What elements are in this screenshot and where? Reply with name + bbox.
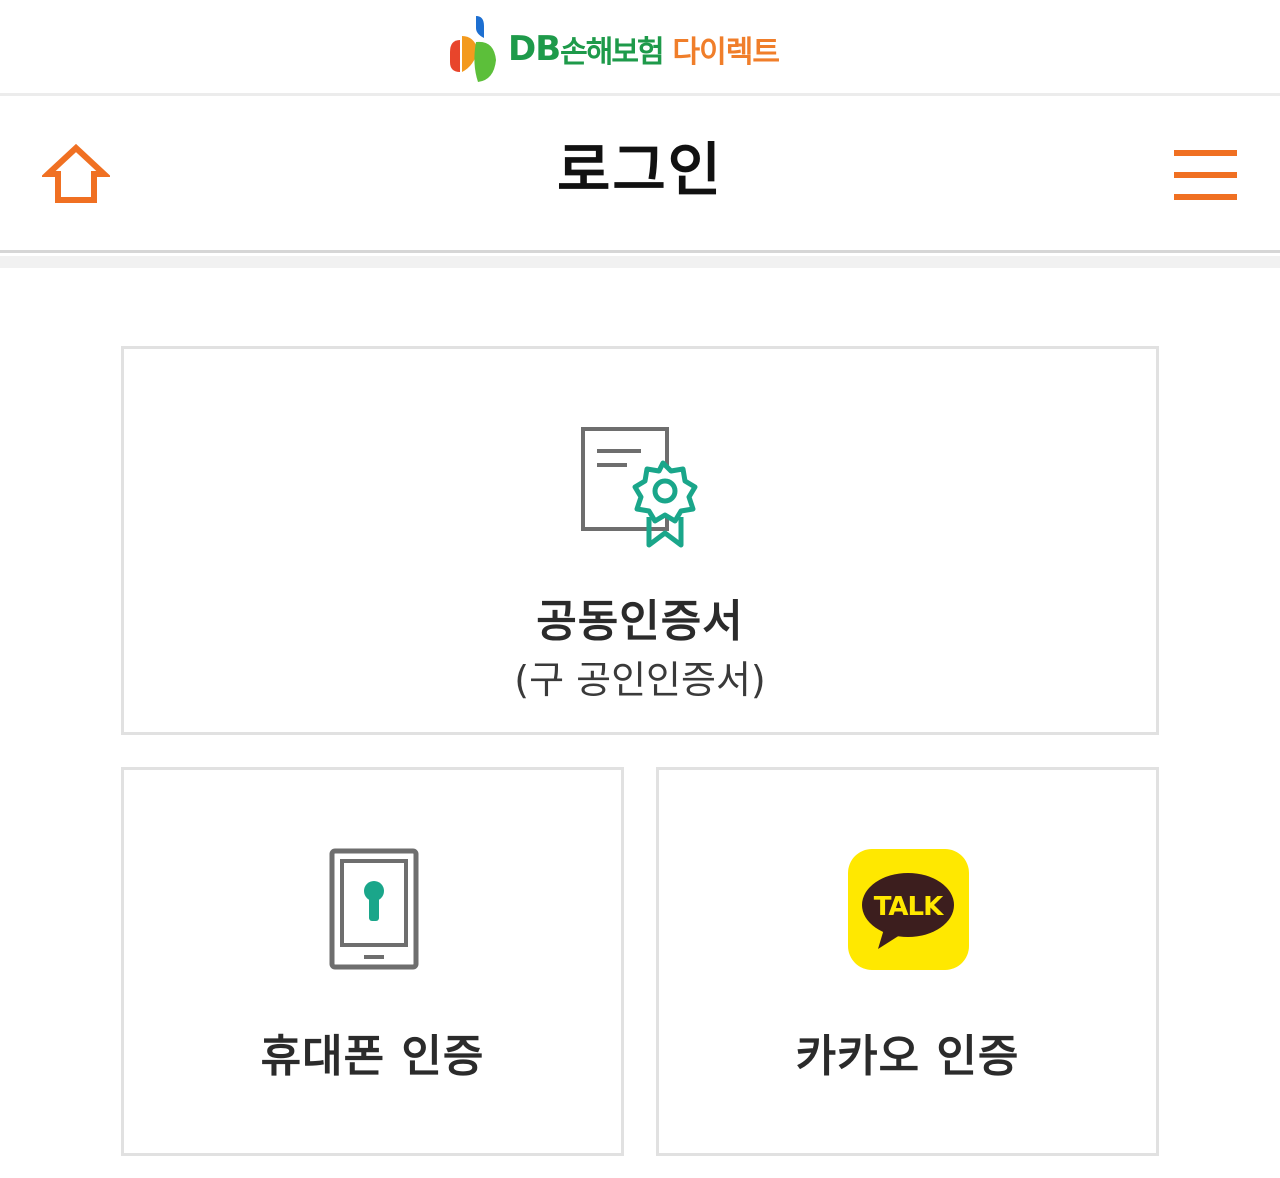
brand-logo[interactable]: DB 손해보험 다이렉트 xyxy=(446,14,780,84)
kakao-login-button[interactable]: TALK 카카오 인증 xyxy=(656,767,1159,1156)
certificate-subtitle: (구 공인인증서) xyxy=(514,658,766,702)
menu-bar-top xyxy=(1174,150,1237,156)
brand-direct-text: 다이렉트 xyxy=(672,35,780,70)
kakao-talk-text: TALK xyxy=(874,892,944,922)
brand-header: DB 손해보험 다이렉트 xyxy=(0,0,1280,96)
db-logo-mark-icon xyxy=(450,16,496,82)
title-bar-divider xyxy=(0,256,1280,268)
certificate-login-button[interactable]: 공동인증서 (구 공인인증서) xyxy=(121,346,1159,735)
certificate-icon xyxy=(581,427,698,548)
menu-button[interactable] xyxy=(1170,146,1242,208)
certificate-title: 공동인증서 xyxy=(536,596,744,647)
page-title: 로그인 xyxy=(556,136,724,204)
phone-title: 휴대폰 인증 xyxy=(260,1031,485,1082)
phone-lock-icon xyxy=(329,848,419,970)
menu-bar-bottom xyxy=(1174,194,1237,200)
brand-db-text: DB xyxy=(508,29,561,69)
menu-bar-middle xyxy=(1174,172,1237,178)
kakao-title: 카카오 인증 xyxy=(795,1031,1020,1082)
brand-company-text: 손해보험 xyxy=(560,35,664,70)
kakao-talk-icon: TALK xyxy=(848,849,969,970)
phone-login-button[interactable]: 휴대폰 인증 xyxy=(121,767,624,1156)
kakao-speech-bubble-icon: TALK xyxy=(862,873,954,949)
